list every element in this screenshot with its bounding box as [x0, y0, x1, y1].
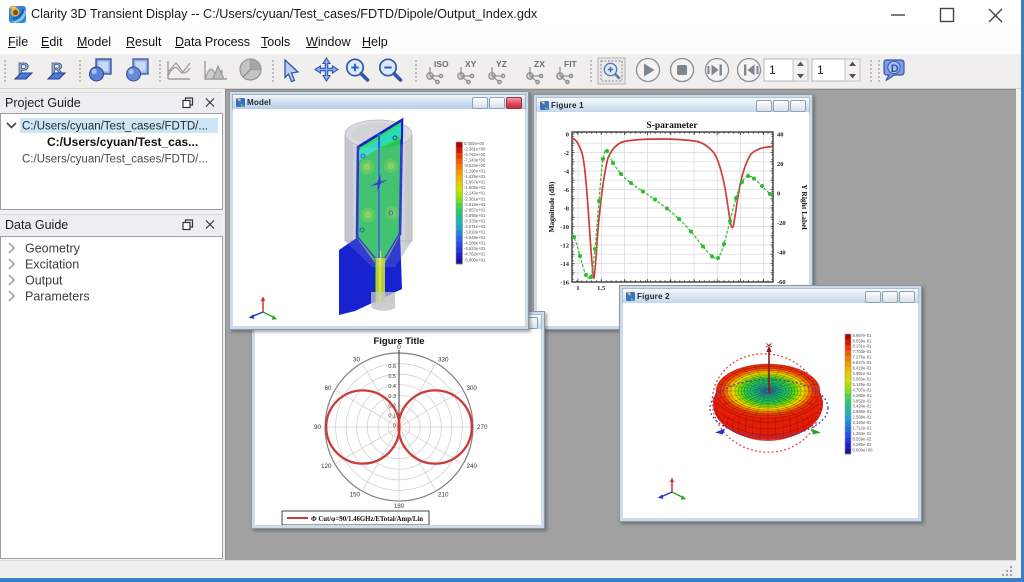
svg-text:-4.762e+00: -4.762e+00	[464, 152, 486, 157]
svg-text:0.1: 0.1	[388, 413, 396, 419]
svg-text:-2.381e+01: -2.381e+01	[464, 196, 486, 201]
svg-text:0.6: 0.6	[388, 364, 396, 370]
svg-text:180: 180	[394, 503, 405, 510]
svg-text:1: 1	[769, 63, 776, 77]
svg-text:2.140e-01: 2.140e-01	[853, 420, 873, 425]
svg-text:6.419e-01: 6.419e-01	[853, 366, 873, 371]
svg-text:4.707e-01: 4.707e-01	[853, 387, 873, 392]
svg-text:210: 210	[438, 492, 449, 499]
svg-text:YZ: YZ	[496, 59, 507, 69]
svg-text:0.000e+00: 0.000e+00	[853, 447, 874, 452]
svg-text:7.275e-01: 7.275e-01	[853, 355, 873, 360]
svg-text:D: D	[891, 63, 899, 75]
svg-text:0: 0	[566, 131, 569, 138]
svg-text:5.991e-01: 5.991e-01	[853, 371, 873, 376]
svg-text:-5.000e+01: -5.000e+01	[464, 257, 486, 262]
svg-text:0: 0	[777, 190, 780, 197]
svg-text:0.4: 0.4	[388, 384, 396, 390]
svg-text:0: 0	[397, 344, 401, 351]
svg-text:0.5: 0.5	[388, 374, 396, 380]
svg-text:2.996e-01: 2.996e-01	[853, 409, 873, 414]
svg-text:C:/Users/cyuan/Test_cas...: C:/Users/cyuan/Test_cas...	[47, 135, 198, 149]
svg-text:300: 300	[467, 385, 478, 392]
svg-text:0: 0	[393, 423, 396, 429]
svg-text:-4: -4	[564, 168, 570, 175]
svg-text:ISO: ISO	[434, 59, 449, 69]
svg-text:-1.190e+01: -1.190e+01	[464, 169, 486, 174]
svg-text:Φ Cut/φ=90/1.46GHz/ETotal/Amp/: Φ Cut/φ=90/1.46GHz/ETotal/Amp/Lin	[311, 516, 423, 523]
svg-text:6.847e-01: 6.847e-01	[853, 360, 873, 365]
svg-text:270: 270	[477, 424, 488, 431]
svg-text:90: 90	[314, 424, 322, 431]
svg-text:Output: Output	[25, 274, 63, 288]
svg-text:C:/Users/cyuan/Test_cases/FDTD: C:/Users/cyuan/Test_cases/FDTD/...	[22, 154, 208, 166]
svg-text:330: 330	[438, 357, 449, 364]
svg-text:5.563e-01: 5.563e-01	[853, 376, 873, 381]
svg-text:30: 30	[353, 357, 361, 364]
svg-text:-3.095e+01: -3.095e+01	[464, 213, 486, 218]
svg-text:0.3: 0.3	[388, 394, 396, 400]
svg-text:60: 60	[324, 385, 332, 392]
svg-text:-9.524e+00: -9.524e+00	[464, 163, 486, 168]
svg-text:5.135e-01: 5.135e-01	[853, 382, 873, 387]
svg-text:S-parameter: S-parameter	[646, 121, 698, 131]
svg-text:3.852e-01: 3.852e-01	[853, 398, 873, 403]
svg-text:-16: -16	[560, 279, 569, 286]
svg-text:-7.143e+00: -7.143e+00	[464, 157, 486, 162]
svg-text:-4.762e+01: -4.762e+01	[464, 252, 486, 257]
svg-text:-4.524e+01: -4.524e+01	[464, 246, 486, 251]
svg-text:Magnitude (dB): Magnitude (dB)	[547, 181, 556, 233]
svg-text:Y Right Label: Y Right Label	[800, 184, 809, 229]
svg-text:-3.571e+01: -3.571e+01	[464, 224, 486, 229]
svg-text:20: 20	[777, 161, 784, 168]
svg-text:-1.905e+01: -1.905e+01	[464, 185, 486, 190]
svg-text:1.284e-01: 1.284e-01	[853, 431, 873, 436]
svg-text:8.131e-01: 8.131e-01	[853, 344, 873, 349]
svg-text:8.559e-01: 8.559e-01	[853, 338, 873, 343]
svg-text:240: 240	[467, 463, 478, 470]
svg-text:FIT: FIT	[564, 59, 578, 69]
svg-text:120: 120	[321, 463, 332, 470]
svg-text:Parameters: Parameters	[25, 290, 90, 304]
svg-text:-2.619e+01: -2.619e+01	[464, 202, 486, 207]
svg-text:-8: -8	[564, 205, 570, 212]
svg-text:-2.857e+01: -2.857e+01	[464, 207, 486, 212]
svg-text:-14: -14	[560, 261, 569, 268]
svg-text:40: 40	[777, 131, 784, 138]
svg-text:Excitation: Excitation	[25, 258, 79, 272]
svg-text:4.280e-01: 4.280e-01	[853, 393, 873, 398]
svg-text:-1.429e+01: -1.429e+01	[464, 174, 486, 179]
svg-text:-20: -20	[777, 220, 786, 227]
svg-text:-3.810e+01: -3.810e+01	[464, 230, 486, 235]
svg-text:-40: -40	[777, 249, 786, 256]
svg-text:-4.286e+01: -4.286e+01	[464, 241, 486, 246]
svg-text:ZX: ZX	[534, 59, 545, 69]
svg-text:-2.381e+00: -2.381e+00	[464, 146, 486, 151]
svg-text:1.712e-01: 1.712e-01	[853, 426, 873, 431]
svg-text:8.559e-02: 8.559e-02	[853, 436, 873, 441]
svg-text:150: 150	[349, 492, 360, 499]
svg-text:-2: -2	[564, 150, 569, 157]
svg-text:8.987e-01: 8.987e-01	[853, 333, 873, 338]
svg-text:1: 1	[576, 285, 579, 292]
svg-text:7.703e-01: 7.703e-01	[853, 349, 873, 354]
svg-text:-4.048e+01: -4.048e+01	[464, 235, 486, 240]
svg-text:1.5: 1.5	[597, 285, 606, 292]
svg-text:-2.143e+01: -2.143e+01	[464, 191, 486, 196]
svg-text:-1.667e+01: -1.667e+01	[464, 180, 486, 185]
svg-text:1: 1	[817, 63, 824, 77]
svg-text:0.000e+00: 0.000e+00	[464, 141, 485, 146]
svg-text:4.280e-02: 4.280e-02	[853, 442, 873, 447]
svg-text:-3.333e+01: -3.333e+01	[464, 218, 486, 223]
svg-text:Geometry: Geometry	[25, 242, 81, 256]
svg-text:2.568e-01: 2.568e-01	[853, 415, 873, 420]
svg-text:-12: -12	[560, 242, 569, 249]
svg-text:-6: -6	[564, 187, 570, 194]
svg-text:3.424e-01: 3.424e-01	[853, 404, 873, 409]
svg-text:C:/Users/cyuan/Test_cases/FDTD: C:/Users/cyuan/Test_cases/FDTD/...	[22, 121, 208, 133]
svg-text:-10: -10	[560, 224, 569, 231]
svg-text:XY: XY	[465, 59, 477, 69]
